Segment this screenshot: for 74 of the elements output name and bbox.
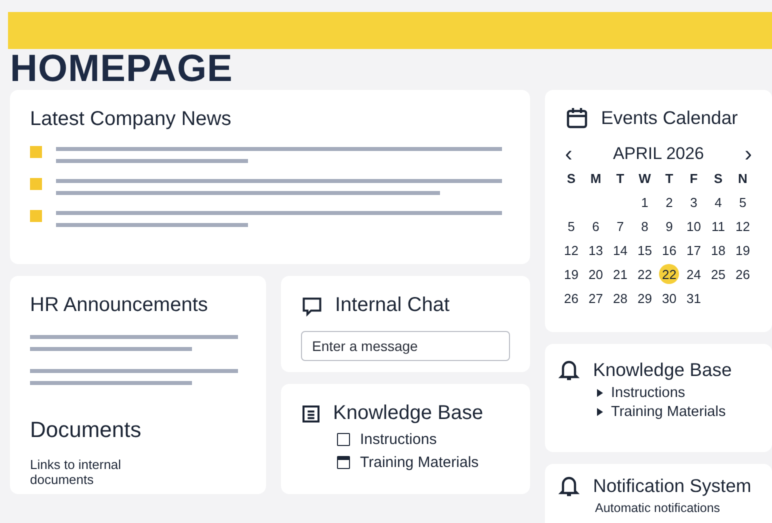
calendar-day[interactable]: 26 [730, 264, 755, 284]
calendar-day[interactable]: 26 [559, 288, 584, 308]
previous-month-button[interactable]: ‹ [563, 145, 574, 163]
calendar-day[interactable]: 27 [584, 288, 608, 308]
calendar-day[interactable]: 3 [682, 192, 706, 212]
weekday-label: F [688, 170, 699, 188]
weekday-label: S [566, 170, 577, 188]
page-title: HOMEPAGE [10, 51, 234, 87]
calendar-day[interactable]: 31 [682, 288, 706, 308]
calendar-day[interactable]: 21 [608, 264, 632, 284]
weekday-label: T [664, 170, 674, 188]
list-item[interactable]: Training Materials [360, 454, 479, 471]
card-description: Links to internal documents [30, 457, 122, 487]
calendar-day[interactable]: 5 [730, 192, 755, 212]
card-description: Automatic notifications [595, 501, 722, 515]
calendar-day[interactable]: 6 [584, 216, 608, 236]
calendar-day[interactable]: 8 [632, 216, 657, 236]
weekday-label: N [737, 170, 748, 188]
calendar-day[interactable]: 12 [730, 216, 755, 236]
calendar-day[interactable]: 9 [657, 216, 682, 236]
calendar-day[interactable]: 14 [608, 240, 632, 260]
calendar-icon [565, 106, 589, 130]
calendar-day[interactable]: 30 [657, 288, 682, 308]
calendar-day[interactable]: 11 [706, 216, 730, 236]
calendar-day[interactable]: 19 [730, 240, 755, 260]
message-input[interactable]: Enter a message [301, 331, 510, 361]
bell-icon [557, 358, 581, 382]
calendar-day[interactable]: 12 [559, 240, 584, 260]
bullet-icon [30, 178, 42, 190]
bell-icon [557, 474, 581, 498]
checkbox[interactable] [337, 433, 350, 446]
calendar-day[interactable]: 22 [659, 264, 680, 284]
calendar-day[interactable]: 20 [584, 264, 608, 284]
calendar-day[interactable]: 19 [559, 264, 584, 284]
calendar-day[interactable]: 15 [632, 240, 657, 260]
card-title: Knowledge Base [593, 359, 732, 381]
month-label: APRIL 2026 [612, 144, 704, 164]
card-title: Events Calendar [601, 107, 738, 129]
calendar-day[interactable]: 22 [632, 264, 657, 284]
weekday-label: S [712, 170, 724, 188]
expand-triangle-icon[interactable] [597, 408, 603, 416]
card-title: Notification System [593, 475, 752, 497]
calendar-day[interactable]: 4 [706, 192, 730, 212]
calendar-day[interactable]: 18 [706, 240, 730, 260]
calendar-day[interactable]: 16 [657, 240, 682, 260]
calendar-day[interactable]: 5 [559, 216, 584, 236]
calendar-day[interactable]: 17 [682, 240, 706, 260]
weekday-label: W [638, 170, 652, 188]
weekday-label: M [589, 170, 602, 188]
list-item[interactable]: Training Materials [611, 404, 726, 420]
calendar-day[interactable]: 13 [584, 240, 608, 260]
expand-triangle-icon[interactable] [597, 389, 603, 397]
card-title: Internal Chat [335, 294, 450, 317]
bullet-icon [30, 210, 42, 222]
weekday-label: T [615, 170, 626, 188]
calendar-day[interactable]: 10 [682, 216, 706, 236]
calendar-day[interactable]: 25 [706, 264, 730, 284]
chat-icon [301, 294, 323, 316]
calendar-day[interactable]: 24 [682, 264, 706, 284]
document-icon [301, 404, 321, 424]
card-title: Documents [30, 417, 142, 443]
card-title: Latest Company News [30, 108, 232, 131]
card-title: Knowledge Base [333, 402, 484, 425]
card-title: HR Announcements [30, 294, 209, 317]
calendar-day[interactable]: 1 [632, 192, 657, 212]
next-month-button[interactable]: › [742, 145, 754, 163]
calendar-day[interactable]: 28 [608, 288, 632, 308]
calendar-day[interactable]: 7 [608, 216, 632, 236]
calendar-day[interactable]: 2 [657, 192, 682, 212]
checkbox[interactable] [337, 456, 350, 469]
calendar-day[interactable]: 29 [632, 288, 657, 308]
bullet-icon [30, 146, 42, 158]
list-item[interactable]: Instructions [360, 431, 437, 448]
list-item[interactable]: Instructions [611, 385, 686, 401]
